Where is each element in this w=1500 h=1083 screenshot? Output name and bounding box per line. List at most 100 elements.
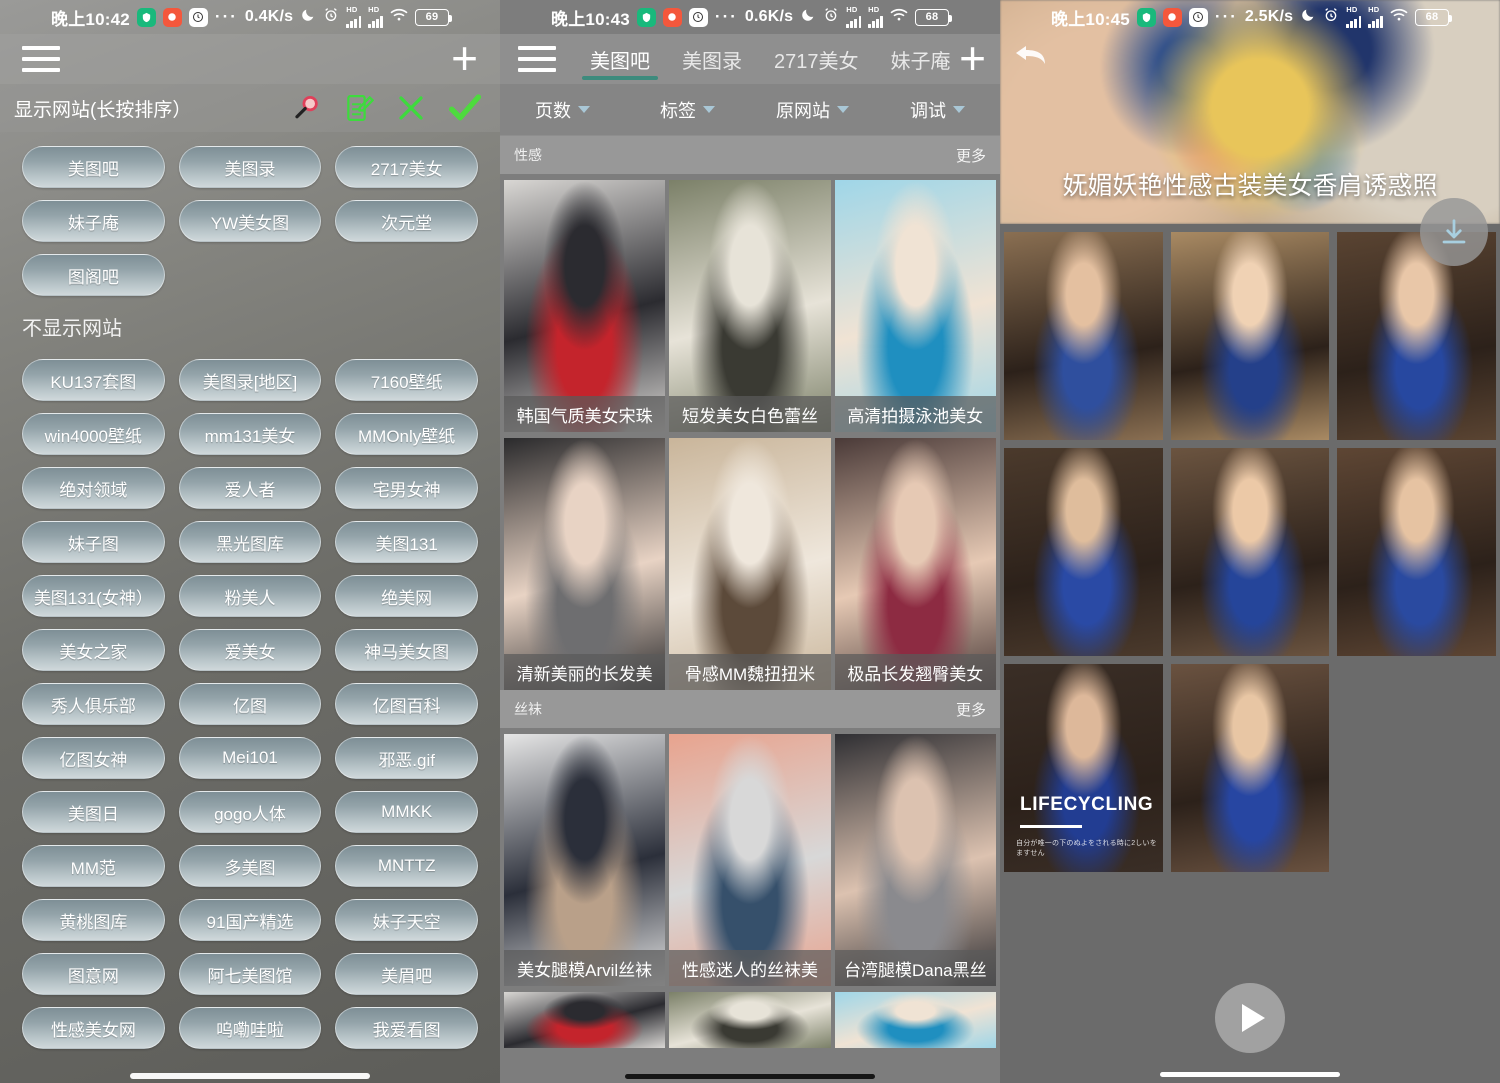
download-icon[interactable] (1420, 198, 1488, 266)
shown-site-button[interactable]: 图阁吧 (22, 254, 165, 296)
shown-site-button[interactable]: 妹子庵 (22, 200, 165, 242)
hidden-site-button[interactable]: 美图131 (335, 521, 478, 563)
hidden-site-button[interactable]: 美图日 (22, 791, 165, 833)
gallery-photo-cell[interactable]: LIFECYCLING自分が唯一の下のぬよをされる時に2しいをますせん (1004, 664, 1163, 872)
hidden-site-button[interactable]: 美女之家 (22, 629, 165, 671)
hidden-site-button[interactable]: Mei101 (179, 737, 322, 779)
hidden-site-button[interactable]: 黄桃图库 (22, 899, 165, 941)
shown-site-button[interactable]: 美图吧 (22, 146, 165, 188)
plus-icon[interactable]: + (451, 45, 478, 73)
thumbnail-card[interactable] (669, 992, 830, 1048)
thumbnail-card[interactable]: 清新美丽的长发美 (504, 438, 665, 690)
hidden-site-button[interactable]: 妹子天空 (335, 899, 478, 941)
hidden-site-button[interactable]: 呜嘞哇啦 (179, 1007, 322, 1049)
hidden-site-button[interactable]: 美图录[地区] (179, 359, 322, 401)
hidden-site-button[interactable]: MNTTZ (335, 845, 478, 887)
hidden-site-button[interactable]: 秀人俱乐部 (22, 683, 165, 725)
hidden-site-button[interactable]: 7160壁纸 (335, 359, 478, 401)
hidden-site-button[interactable]: 宅男女神 (335, 467, 478, 509)
hidden-site-button[interactable]: 亿图百科 (335, 683, 478, 725)
gallery-photo-cell[interactable] (1171, 232, 1330, 440)
system-nav-pill[interactable] (130, 1073, 370, 1079)
gallery-photo-cell[interactable] (1337, 232, 1496, 440)
hidden-site-button[interactable]: 神马美女图 (335, 629, 478, 671)
hidden-site-button[interactable]: 性感美女网 (22, 1007, 165, 1049)
gallery-photo-cell[interactable] (1171, 664, 1330, 872)
hidden-site-button[interactable]: win4000壁纸 (22, 413, 165, 455)
thumbnail-card[interactable]: 极品长发翘臀美女 (835, 438, 996, 690)
edit-note-icon[interactable] (344, 93, 374, 123)
thumbnail-card[interactable] (835, 992, 996, 1048)
hidden-site-button[interactable]: 多美图 (179, 845, 322, 887)
hidden-site-button[interactable]: 爱美女 (179, 629, 322, 671)
system-nav-pill[interactable] (1160, 1072, 1340, 1077)
section-more-link[interactable]: 更多 (956, 699, 986, 720)
hidden-site-button[interactable]: 绝对领域 (22, 467, 165, 509)
hidden-site-button[interactable]: 美眉吧 (335, 953, 478, 995)
hidden-site-button[interactable]: 图意网 (22, 953, 165, 995)
signal-1-icon: HD (1346, 6, 1361, 28)
hidden-site-button[interactable]: MM范 (22, 845, 165, 887)
thumbnail-card[interactable]: 美女腿模Arvil丝袜 (504, 734, 665, 986)
hidden-site-button[interactable]: 粉美人 (179, 575, 322, 617)
tab-1[interactable]: 美图吧 (574, 34, 666, 84)
hd-label-1: HD (846, 6, 857, 14)
tab-2[interactable]: 美图录 (666, 34, 758, 84)
thumbnail-card[interactable]: 高清拍摄泳池美女 (835, 180, 996, 432)
thumbnail-card[interactable]: 性感迷人的丝袜美 (669, 734, 830, 986)
filter-dropdown-2[interactable]: 标签 (625, 97, 750, 123)
signal-2-icon: HD (368, 6, 383, 28)
plus-icon[interactable]: + (959, 45, 986, 73)
thumbnail-card[interactable]: 短发美女白色蕾丝 (669, 180, 830, 432)
gallery-photo-cell[interactable] (1004, 448, 1163, 656)
shown-site-button[interactable]: 次元堂 (335, 200, 478, 242)
check-icon[interactable] (448, 93, 482, 123)
gallery-photo (1004, 448, 1163, 656)
filter-dropdown-3[interactable]: 原网站 (750, 97, 875, 123)
play-icon[interactable] (1215, 983, 1285, 1053)
shown-site-button[interactable]: YW美女图 (179, 200, 322, 242)
gallery-photo-cell[interactable] (1004, 232, 1163, 440)
hidden-site-button[interactable]: 邪恶.gif (335, 737, 478, 779)
signal-2-icon: HD (868, 6, 883, 28)
shown-site-button[interactable]: 美图录 (179, 146, 322, 188)
thumbnail-card[interactable]: 台湾腿模Dana黑丝 (835, 734, 996, 986)
hidden-site-button[interactable]: MMOnly壁纸 (335, 413, 478, 455)
thumbnail-card[interactable]: 韩国气质美女宋珠 (504, 180, 665, 432)
hidden-site-button[interactable]: MMKK (335, 791, 478, 833)
close-x-icon[interactable] (396, 93, 426, 123)
hamburger-icon[interactable] (22, 46, 60, 72)
hidden-site-button[interactable]: 亿图 (179, 683, 322, 725)
search-icon[interactable] (292, 93, 322, 123)
thumbnail-card[interactable] (504, 992, 665, 1048)
thumbnail-row: 韩国气质美女宋珠短发美女白色蕾丝高清拍摄泳池美女 (500, 174, 1000, 432)
hidden-site-button[interactable]: mm131美女 (179, 413, 322, 455)
hamburger-icon[interactable] (518, 46, 556, 72)
hidden-site-button[interactable]: 爱人者 (179, 467, 322, 509)
hidden-site-button[interactable]: gogo人体 (179, 791, 322, 833)
filter-dropdown-4[interactable]: 调试 (875, 97, 1000, 123)
thumbnail-card[interactable]: 骨感MM魏扭扭米 (669, 438, 830, 690)
hidden-site-button[interactable]: 妹子图 (22, 521, 165, 563)
hidden-site-button[interactable]: 亿图女神 (22, 737, 165, 779)
hidden-site-button[interactable]: 黑光图库 (179, 521, 322, 563)
filter-dropdown-1[interactable]: 页数 (500, 97, 625, 123)
system-nav-pill[interactable] (625, 1074, 875, 1079)
hidden-site-button[interactable]: KU137套图 (22, 359, 165, 401)
shield-icon (1137, 8, 1156, 27)
tab-3[interactable]: 2717美女 (758, 34, 875, 84)
hidden-site-button[interactable]: 绝美网 (335, 575, 478, 617)
section-more-link[interactable]: 更多 (956, 145, 986, 166)
shown-site-button[interactable]: 2717美女 (335, 146, 478, 188)
back-arrow-icon[interactable] (1014, 42, 1048, 73)
hidden-site-button[interactable]: 我爱看图 (335, 1007, 478, 1049)
gallery-photo-cell[interactable] (1337, 448, 1496, 656)
hidden-site-button[interactable]: 阿七美图馆 (179, 953, 322, 995)
gallery-photo (1171, 232, 1330, 440)
chevron-down-icon (578, 106, 590, 113)
hidden-site-button[interactable]: 美图131(女神） (22, 575, 165, 617)
hidden-site-button[interactable]: 91国产精选 (179, 899, 322, 941)
gallery-photo-cell[interactable] (1171, 448, 1330, 656)
tab-4[interactable]: 妹子庵 (875, 34, 954, 84)
wifi-icon (390, 7, 408, 27)
